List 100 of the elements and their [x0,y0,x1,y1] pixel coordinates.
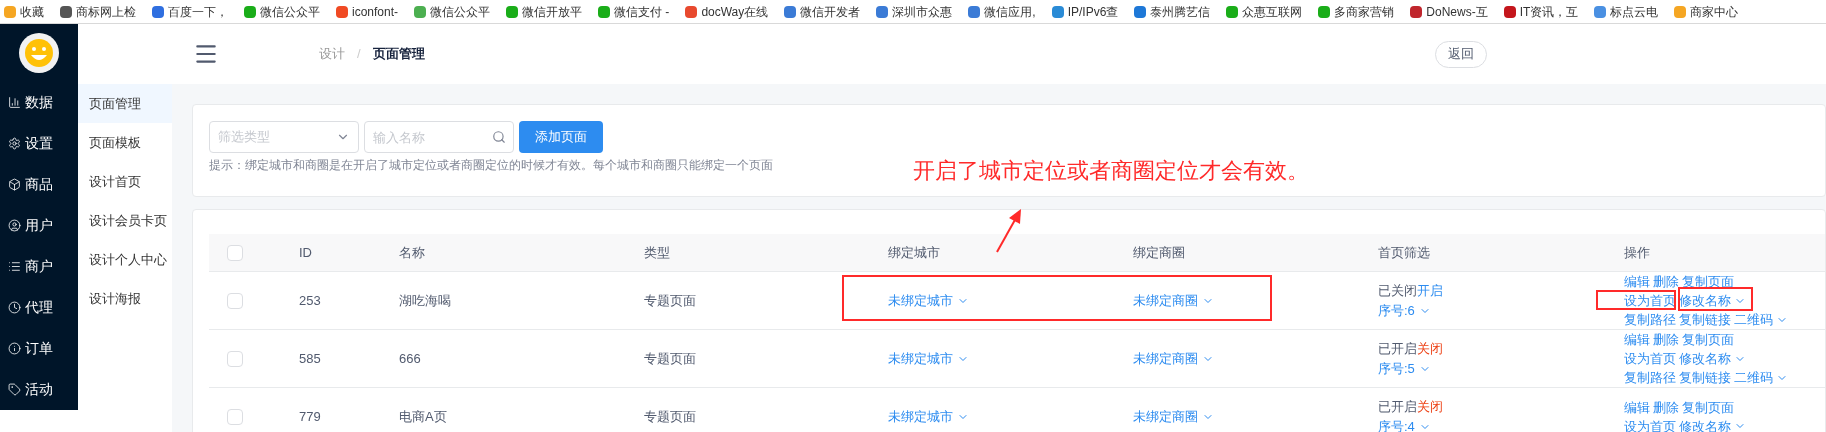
table-cell: 585 [299,350,321,366]
bookmark[interactable]: IT资讯，互 [1503,2,1579,21]
action-link[interactable]: 设为首页 [1624,416,1676,432]
table-cell: 666 [399,350,421,366]
cube-icon [8,178,21,191]
table-cell: 电商A页 [399,408,447,424]
breadcrumb-link[interactable]: 设计 [319,44,345,64]
bookmark[interactable]: 多商家营销 [1318,2,1395,21]
table-cell: 253 [299,292,321,308]
column-header: 绑定商圈 [1133,244,1185,260]
action-link[interactable]: 修改名称 [1679,416,1731,432]
column-header: 绑定城市 [888,244,940,260]
bookmark[interactable]: 微信公众平 [244,2,320,21]
nav-item[interactable]: 代理 [0,287,78,328]
gear-icon [8,137,21,150]
action-link[interactable]: 删除 [1653,330,1679,349]
nav-item[interactable]: 数据 [0,82,78,123]
action-link[interactable]: 复制页面 [1682,272,1734,291]
checkbox[interactable] [227,292,243,309]
bookmark[interactable]: 众惠互联网 [1226,2,1303,21]
column-header: 名称 [399,244,425,260]
add-page-button[interactable]: 添加页面 [519,121,603,153]
bind-city-link[interactable]: 未绑定城市 [888,348,969,369]
back-button[interactable]: 返回 [1434,40,1487,68]
nav-item[interactable]: 活动 [0,369,78,410]
action-link[interactable]: 复制路径 [1624,368,1676,387]
annotation-arrow [994,208,1024,254]
table-cell: 专题页面 [644,350,696,366]
column-header: 类型 [644,244,670,260]
bookmark[interactable]: 标点云电 [1594,2,1659,21]
nav-item[interactable]: 商户 [0,246,78,287]
action-link[interactable]: 编辑 [1624,272,1650,291]
action-link[interactable]: 设为首页 [1624,349,1676,368]
action-link[interactable]: 设为首页 [1624,291,1676,310]
action-link[interactable]: 删除 [1653,272,1679,291]
action-link[interactable]: 修改名称 [1679,291,1731,310]
order-link[interactable]: 序号:5 [1378,358,1431,379]
bind-area-link[interactable]: 未绑定商圈 [1133,406,1214,427]
bookmark[interactable]: 微信公众平 [414,2,491,21]
toggle-link[interactable]: 关闭 [1417,396,1443,417]
checkbox[interactable] [227,408,243,425]
action-link[interactable]: 二维码 [1734,310,1773,329]
bookmark[interactable]: 深圳市众惠 [876,2,953,21]
checkbox[interactable] [227,244,243,261]
column-header: 首页筛选 [1378,244,1430,260]
action-link[interactable]: 修改名称 [1679,349,1731,368]
action-link[interactable]: 二维码 [1734,368,1773,387]
order-link[interactable]: 序号:6 [1378,300,1431,321]
toggle-link[interactable]: 开启 [1417,280,1443,301]
bar-chart-icon [8,96,21,109]
bookmark[interactable]: IP/IPv6查 [1051,2,1119,21]
status-text: 已关闭 [1378,281,1417,300]
bookmark[interactable]: DoNews-互 [1410,2,1488,21]
bookmark[interactable]: 商家中心 [1674,2,1739,21]
order-link[interactable]: 序号:4 [1378,416,1431,432]
action-link[interactable]: 复制链接 [1679,310,1731,329]
nav-item[interactable]: 订单 [0,328,78,369]
checkbox[interactable] [227,350,243,367]
submenu-item[interactable]: 页面管理 [78,84,172,123]
info-icon [8,342,21,355]
bookmark[interactable]: 泰州腾艺信 [1134,2,1211,21]
tag-icon [8,383,21,396]
bookmark[interactable]: docWay在线 [685,2,769,21]
hint-text: 提示：绑定城市和商圈是在开启了城市定位或者商圈定位的时候才有效。每个城市和商圈只能绑定一个页面 [209,157,773,174]
nav-item[interactable]: 设置 [0,123,78,164]
column-header: 操作 [1624,244,1650,260]
bind-city-link[interactable]: 未绑定城市 [888,290,969,311]
bookmark[interactable]: 收藏 [4,2,44,21]
bookmark[interactable]: 商标网上检 [60,2,136,21]
bind-area-link[interactable]: 未绑定商圈 [1133,348,1214,369]
action-link[interactable]: 复制路径 [1624,310,1676,329]
bind-area-link[interactable]: 未绑定商圈 [1133,290,1214,311]
table-cell: 湖吃海喝 [399,292,451,308]
list-icon [8,260,21,273]
search-icon [492,130,506,144]
bookmark[interactable]: 百度一下， [152,2,228,21]
action-link[interactable]: 编辑 [1624,330,1650,349]
table-cell: 专题页面 [644,408,696,424]
column-header: ID [299,244,312,260]
bookmark[interactable]: 微信应用, [968,2,1036,21]
action-link[interactable]: 编辑 [1624,397,1650,417]
action-link[interactable]: 删除 [1653,397,1679,417]
status-text: 已开启 [1378,397,1417,416]
table-cell: 779 [299,408,321,424]
bookmark[interactable]: iconfont- [336,2,399,21]
breadcrumb-separator: / [357,45,361,64]
bookmark[interactable]: 微信支付 - [598,2,670,21]
annotation-text: 开启了城市定位或者商圈定位才会有效。 [913,157,1309,185]
toggle-link[interactable]: 关闭 [1417,338,1443,359]
nav-item[interactable]: 商品 [0,164,78,205]
nav-item[interactable]: 用户 [0,205,78,246]
bookmark[interactable]: 微信开发者 [784,2,861,21]
user-circle-icon [8,219,21,232]
action-link[interactable]: 复制页面 [1682,330,1734,349]
bind-city-link[interactable]: 未绑定城市 [888,406,969,427]
breadcrumb-current: 页面管理 [372,45,425,64]
smiley-avatar-icon [19,33,59,73]
bookmark[interactable]: 微信开放平 [506,2,583,21]
action-link[interactable]: 复制链接 [1679,368,1731,387]
action-link[interactable]: 复制页面 [1682,397,1734,417]
